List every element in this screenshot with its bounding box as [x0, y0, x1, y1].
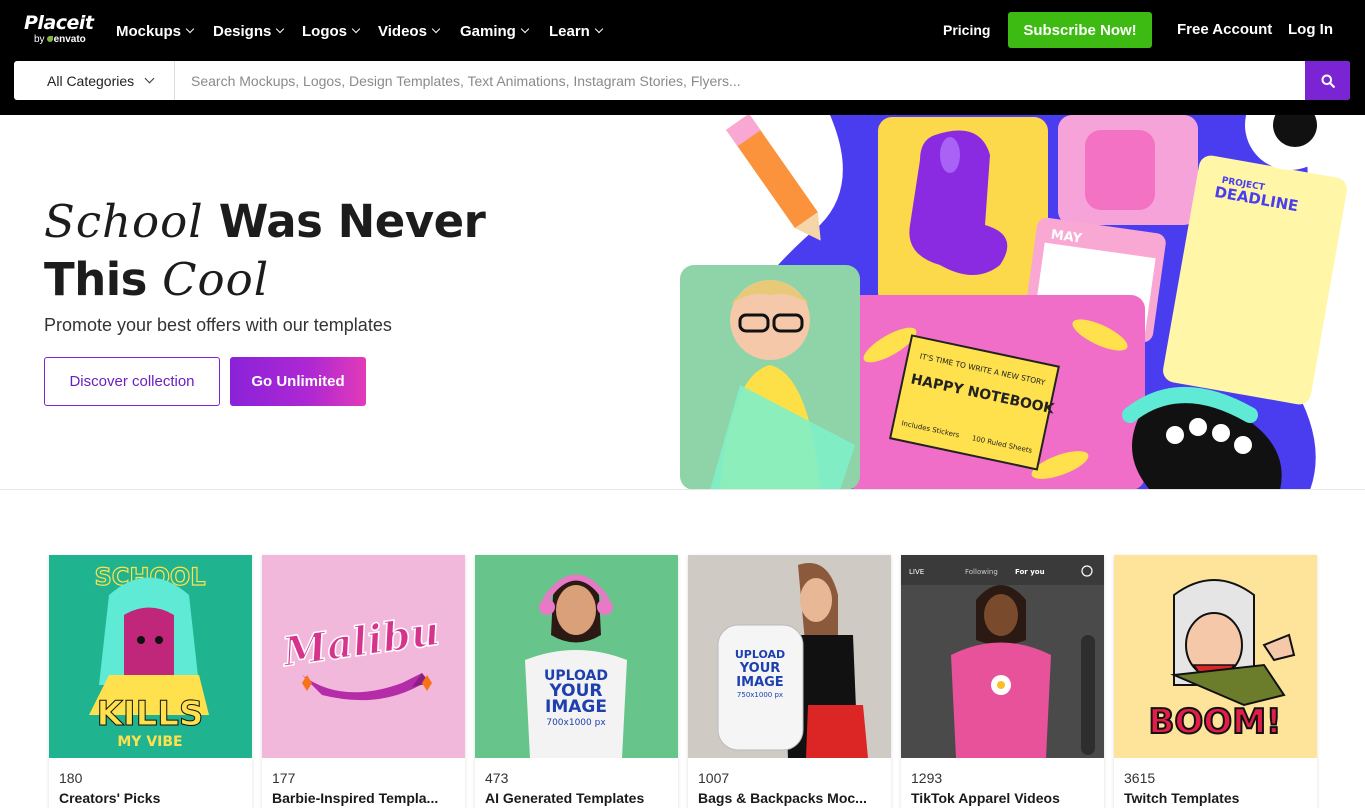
logo-by-text: by — [34, 34, 45, 45]
card-thumbnail: LIVE Following For you — [901, 555, 1104, 758]
envato-leaf-icon — [46, 36, 53, 42]
card-template-count: 180 — [59, 770, 83, 786]
card-art-text: MY VIBE — [117, 734, 182, 750]
chevron-down-icon — [520, 24, 530, 34]
category-card-bags-backpacks[interactable]: UPLOAD YOUR IMAGE 750x1000 px 1007 Bags … — [688, 555, 891, 808]
nav-label: Learn — [549, 22, 590, 40]
category-card-tiktok-apparel[interactable]: LIVE Following For you 1293 TikTok Appar… — [901, 555, 1104, 808]
nav-item-mockups[interactable]: Mockups — [116, 20, 213, 42]
search-input[interactable] — [175, 61, 1305, 100]
nav-label: Designs — [213, 22, 272, 40]
free-account-link[interactable]: Free Account — [1177, 20, 1272, 40]
logo-byline: by envato — [34, 34, 94, 45]
logo-brand-text: Placeit — [24, 12, 94, 34]
chevron-down-icon — [431, 24, 441, 34]
twitch-mascot-artwork: BOOM! — [1114, 555, 1317, 758]
search-icon — [1321, 74, 1335, 88]
card-art-text: YOUR — [739, 661, 781, 676]
category-card-barbie-inspired[interactable]: Malibu 177 Barbie-Inspired Templa... — [262, 555, 465, 808]
category-card-twitch[interactable]: BOOM! 3615 Twitch Templates — [1114, 555, 1317, 808]
card-thumbnail: UPLOAD YOUR IMAGE 750x1000 px — [688, 555, 891, 758]
hero-title-bold-1: Was Never — [218, 195, 486, 248]
card-thumbnail: BOOM! — [1114, 555, 1317, 758]
hero-title-script-1: School — [44, 195, 204, 248]
placeit-logo[interactable]: Placeit by envato — [24, 12, 94, 45]
card-template-count: 3615 — [1124, 770, 1156, 786]
search-button[interactable] — [1305, 61, 1350, 100]
hero-title: School Was Never This Cool — [44, 193, 604, 309]
search-bar: All Categories — [14, 61, 1350, 100]
logo-vendor-text: envato — [53, 34, 86, 45]
login-link[interactable]: Log In — [1288, 20, 1333, 40]
category-card-ai-generated[interactable]: UPLOAD YOUR IMAGE 700x1000 px 473 AI Gen… — [475, 555, 678, 808]
card-title: Bags & Backpacks Moc... — [698, 790, 867, 806]
card-art-text: BOOM! — [1148, 702, 1281, 742]
nav-item-learn[interactable]: Learn — [549, 20, 619, 42]
nav-item-designs[interactable]: Designs — [213, 20, 302, 42]
card-template-count: 177 — [272, 770, 296, 786]
nav-label: Logos — [302, 22, 347, 40]
tiktok-video-artwork: LIVE Following For you — [901, 555, 1104, 758]
hero-school-collage-image: PROJECT DEADLINE MAY IT'S TIME TO WRITE … — [680, 115, 1347, 489]
nav-item-logos[interactable]: Logos — [302, 20, 378, 42]
chevron-down-icon — [276, 24, 285, 34]
nav-label: Videos — [378, 22, 427, 40]
nav-label: Mockups — [116, 22, 182, 40]
card-title: Creators' Picks — [59, 790, 161, 806]
main-nav: Mockups Designs Logos Videos Gaming Lear… — [116, 20, 619, 42]
card-thumbnail: SCHOOL KILLS MY VIBE — [49, 555, 252, 758]
card-art-text: UPLOAD — [735, 648, 785, 661]
card-thumbnail: UPLOAD YOUR IMAGE 700x1000 px — [475, 555, 678, 758]
top-navigation-bar: Placeit by envato Mockups Designs Logos V… — [0, 0, 1365, 115]
card-title: AI Generated Templates — [485, 790, 645, 806]
hero-subtitle: Promote your best offers with our templa… — [44, 315, 392, 335]
chevron-down-icon — [351, 24, 361, 34]
category-card-creators-picks[interactable]: SCHOOL KILLS MY VIBE 180 Creators' Picks — [49, 555, 252, 808]
card-art-text: IMAGE — [545, 697, 607, 717]
discover-collection-button[interactable]: Discover collection — [44, 357, 220, 406]
creators-picks-artwork: SCHOOL KILLS MY VIBE — [49, 555, 252, 758]
nav-item-videos[interactable]: Videos — [378, 20, 460, 42]
hero-title-bold-2: This — [44, 253, 147, 306]
card-thumbnail: Malibu — [262, 555, 465, 758]
card-template-count: 1007 — [698, 770, 730, 786]
hero-title-script-2: Cool — [162, 253, 270, 306]
card-title: Twitch Templates — [1124, 790, 1240, 806]
ai-model-artwork: UPLOAD YOUR IMAGE 700x1000 px — [475, 555, 678, 758]
card-art-text: IMAGE — [736, 675, 783, 690]
chevron-down-icon — [185, 24, 195, 34]
category-cards-row: SCHOOL KILLS MY VIBE 180 Creators' Picks… — [49, 555, 1317, 808]
chevron-down-icon — [144, 73, 155, 84]
category-selected-label: All Categories — [47, 72, 135, 89]
card-art-text: 700x1000 px — [546, 718, 606, 728]
card-template-count: 473 — [485, 770, 509, 786]
backpack-model-artwork: UPLOAD YOUR IMAGE 750x1000 px — [688, 555, 891, 758]
hero-banner: School Was Never This Cool Promote your … — [0, 115, 1365, 490]
subscribe-now-button[interactable]: Subscribe Now! — [1008, 12, 1152, 48]
card-art-text: For you — [1015, 568, 1045, 576]
card-title: TikTok Apparel Videos — [911, 790, 1060, 806]
card-title: Barbie-Inspired Templa... — [272, 790, 439, 806]
malibu-artwork: Malibu — [262, 555, 465, 758]
nav-item-gaming[interactable]: Gaming — [460, 20, 549, 42]
card-template-count: 1293 — [911, 770, 943, 786]
card-art-text: LIVE — [909, 568, 924, 576]
chevron-down-icon — [594, 24, 604, 34]
category-dropdown[interactable]: All Categories — [14, 61, 175, 100]
go-unlimited-button[interactable]: Go Unlimited — [230, 357, 366, 406]
card-art-text: KILLS — [97, 694, 204, 734]
pricing-link[interactable]: Pricing — [943, 20, 990, 40]
card-art-text: Following — [965, 568, 998, 576]
card-art-text: 750x1000 px — [737, 691, 783, 699]
nav-label: Gaming — [460, 22, 516, 40]
